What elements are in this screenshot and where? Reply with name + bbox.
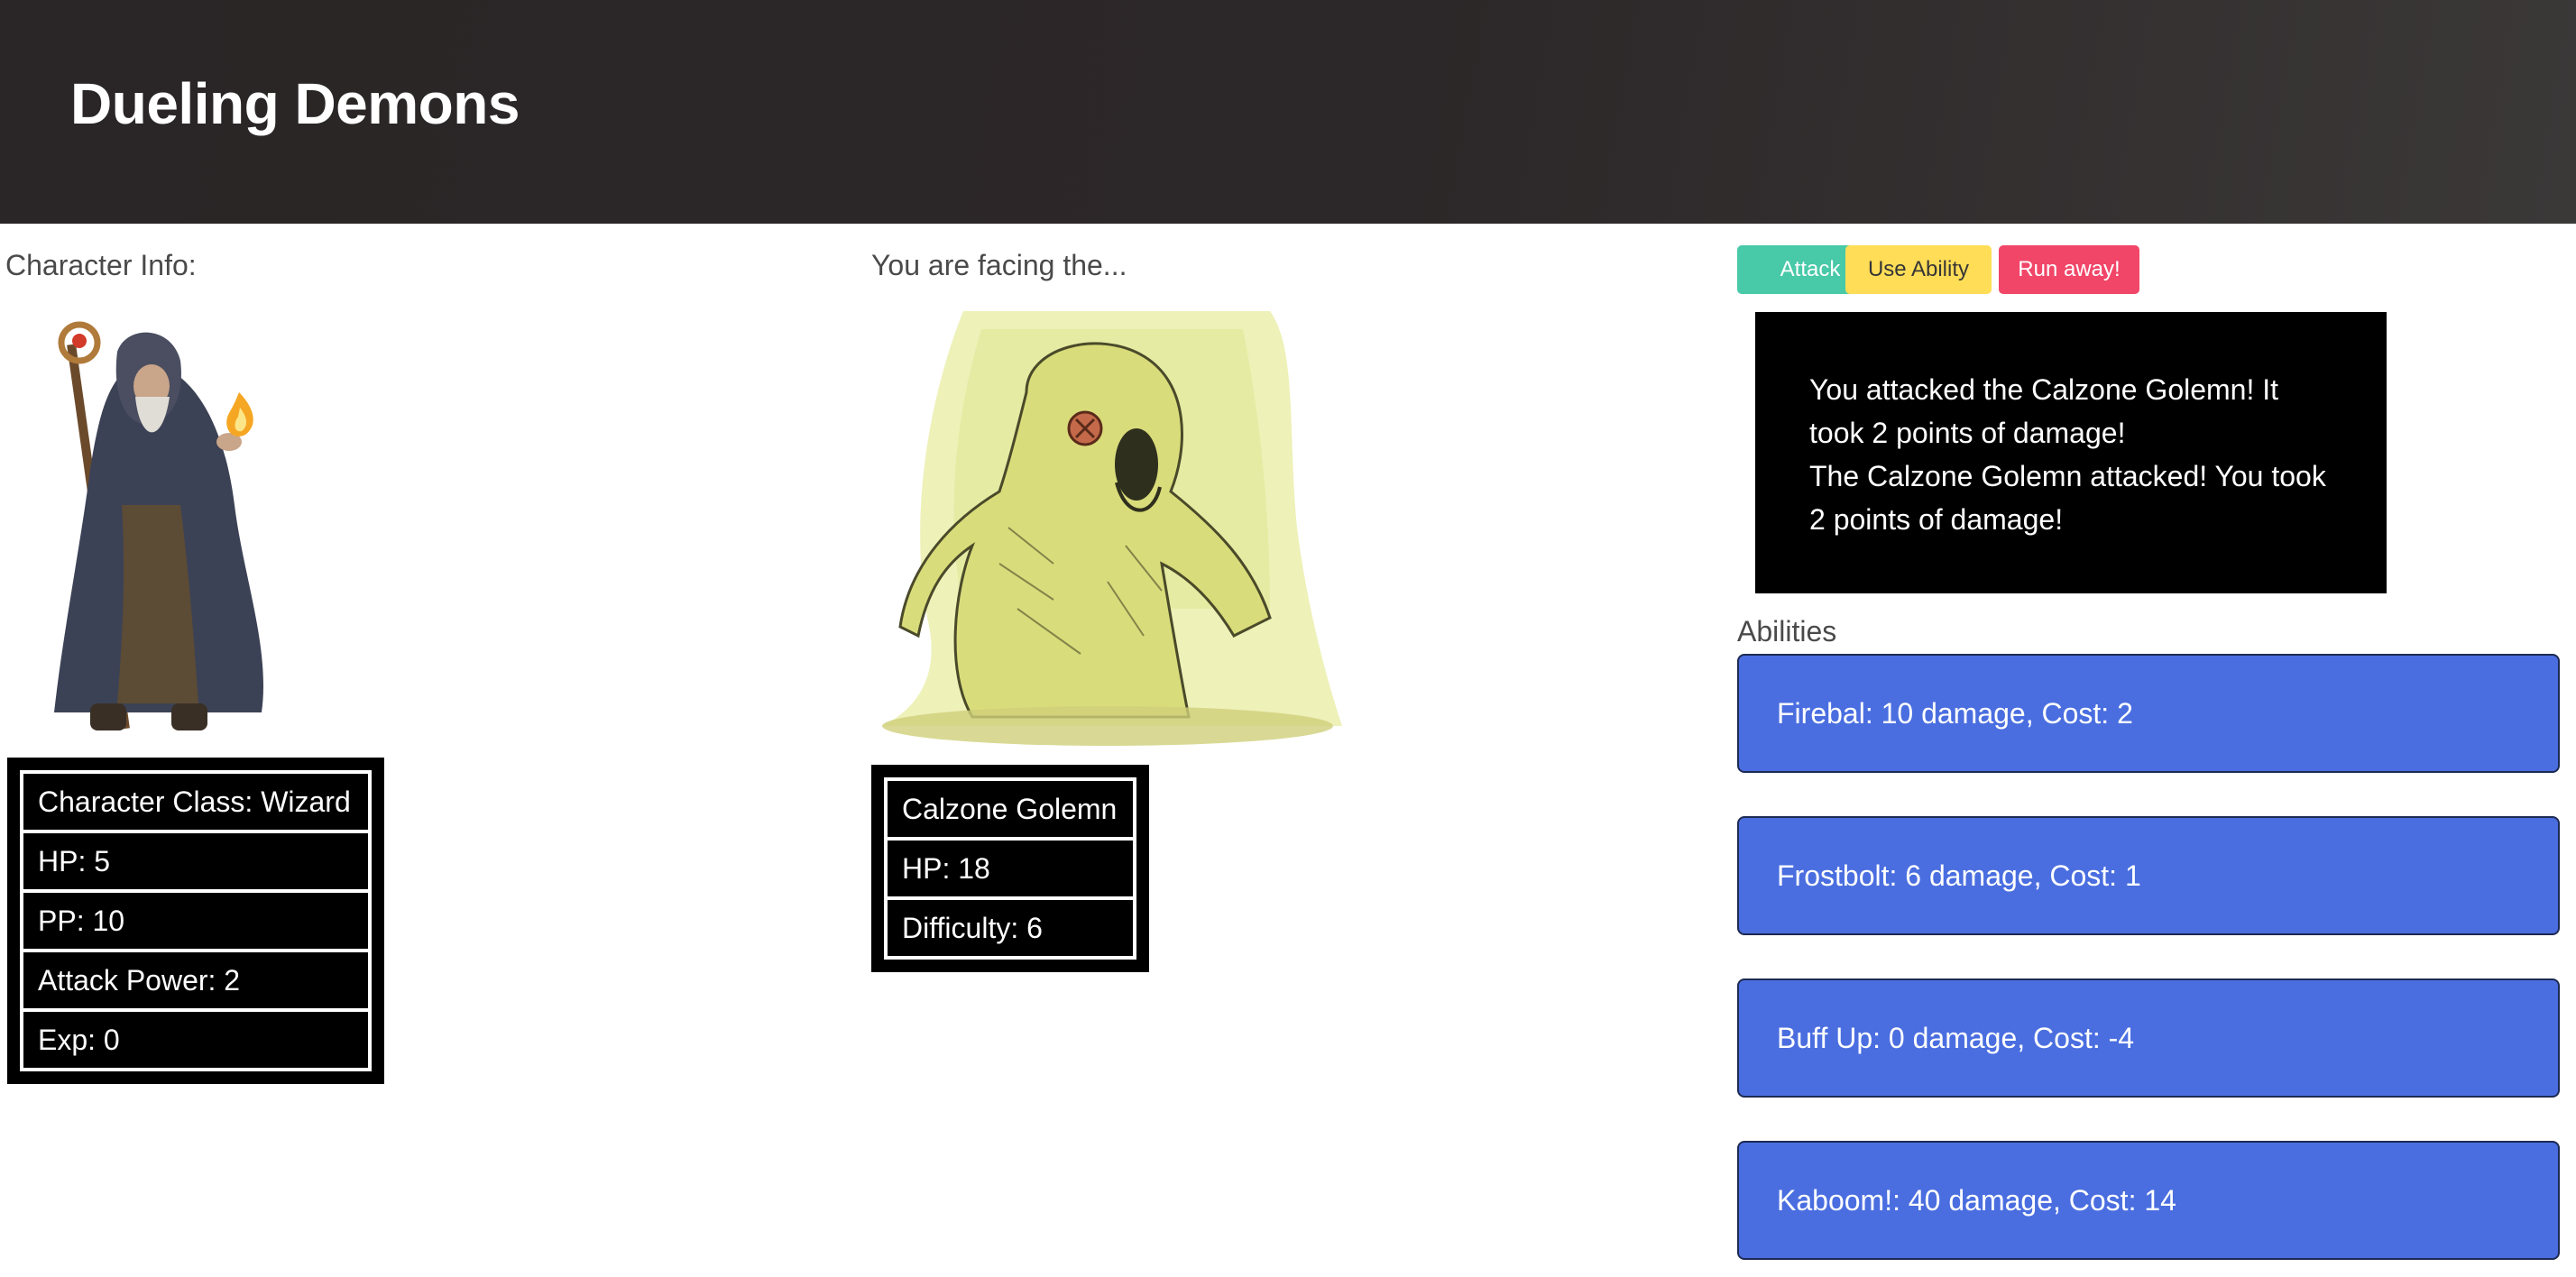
- battle-log-line: You attacked the Calzone Golemn! It took…: [1809, 373, 2279, 449]
- character-hp-cell: HP: 5: [22, 831, 370, 891]
- character-attack-power-cell: Attack Power: 2: [22, 951, 370, 1010]
- enemy-facing-label: You are facing the...: [871, 249, 1127, 281]
- run-away-button[interactable]: Run away!: [1999, 245, 2139, 294]
- wizard-character-image: [54, 321, 264, 730]
- character-info-label: Character Info:: [5, 249, 197, 281]
- enemy-hp-cell: HP: 18: [886, 839, 1135, 898]
- ability-kaboom-button[interactable]: Kaboom!: 40 damage, Cost: 14: [1737, 1141, 2560, 1260]
- enemy-stats-table: Calzone Golemn HP: 18 Difficulty: 6: [871, 765, 1149, 972]
- character-exp-cell: Exp: 0: [22, 1010, 370, 1070]
- character-pp-cell: PP: 10: [22, 891, 370, 951]
- ability-frostbolt-button[interactable]: Frostbolt: 6 damage, Cost: 1: [1737, 816, 2560, 935]
- hero-header: Dueling Demons: [0, 0, 2576, 224]
- ability-firebal-button[interactable]: Firebal: 10 damage, Cost: 2: [1737, 654, 2560, 773]
- battle-log-line: The Calzone Golemn attacked! You took 2 …: [1809, 460, 2326, 536]
- use-ability-button[interactable]: Use Ability: [1845, 245, 1992, 294]
- ability-buff-up-button[interactable]: Buff Up: 0 damage, Cost: -4: [1737, 978, 2560, 1098]
- character-stats-table: Character Class: Wizard HP: 5 PP: 10 Att…: [7, 758, 384, 1084]
- character-class-cell: Character Class: Wizard: [22, 772, 370, 831]
- calzone-golemn-image: [882, 311, 1342, 746]
- enemy-name-cell: Calzone Golemn: [886, 779, 1135, 839]
- page-title: Dueling Demons: [70, 71, 520, 136]
- abilities-label: Abilities: [1737, 615, 1837, 648]
- enemy-difficulty-cell: Difficulty: 6: [886, 898, 1135, 958]
- battle-log: You attacked the Calzone Golemn! It took…: [1755, 312, 2387, 593]
